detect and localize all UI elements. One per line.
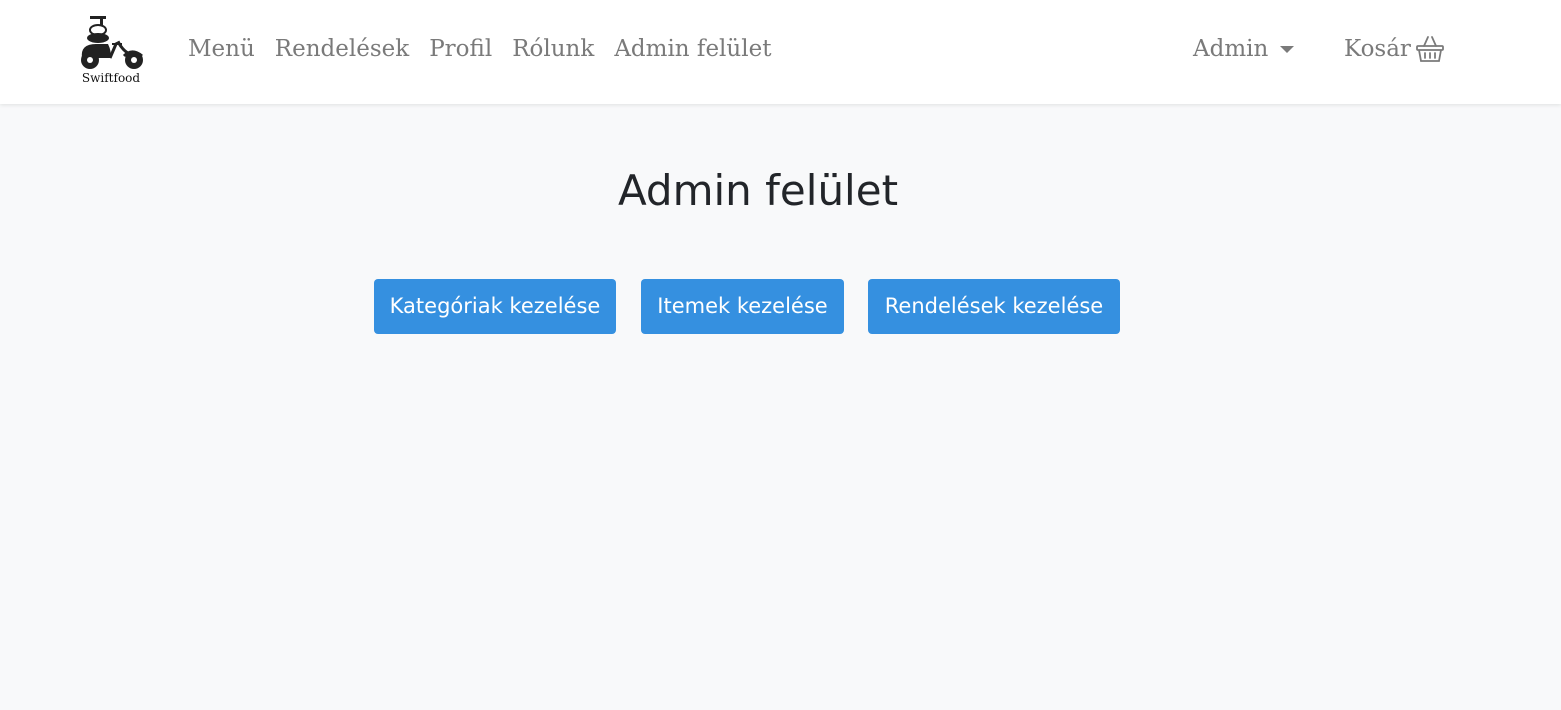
caret-down-icon	[1280, 45, 1295, 53]
nav-link-about[interactable]: Rólunk	[512, 32, 594, 66]
admin-dropdown[interactable]: Admin	[1193, 32, 1295, 66]
nav-link-menu[interactable]: Menü	[188, 32, 255, 66]
cart-label: Kosár	[1344, 36, 1411, 62]
manage-categories-button[interactable]: Kategóriak kezelése	[374, 279, 616, 334]
nav-link-admin-panel[interactable]: Admin felület	[614, 32, 771, 66]
nav-link-profile[interactable]: Profil	[429, 32, 492, 66]
brand-name: Swiftfood	[81, 71, 141, 85]
nav-links: Menü Rendelések Profil Rólunk Admin felü…	[188, 32, 771, 66]
admin-dropdown-label: Admin	[1193, 36, 1269, 62]
nav-link-orders[interactable]: Rendelések	[275, 32, 409, 66]
basket-icon	[1416, 36, 1444, 62]
page-title: Admin felület	[617, 166, 899, 215]
scooter-logo-icon	[81, 16, 143, 69]
navbar: Swiftfood Menü Rendelések Profil Rólunk …	[0, 0, 1561, 104]
manage-orders-button[interactable]: Rendelések kezelése	[868, 279, 1120, 334]
cart-link[interactable]: Kosár	[1344, 32, 1445, 66]
brand-logo[interactable]: Swiftfood	[72, 14, 150, 88]
manage-items-button[interactable]: Itemek kezelése	[641, 279, 844, 334]
